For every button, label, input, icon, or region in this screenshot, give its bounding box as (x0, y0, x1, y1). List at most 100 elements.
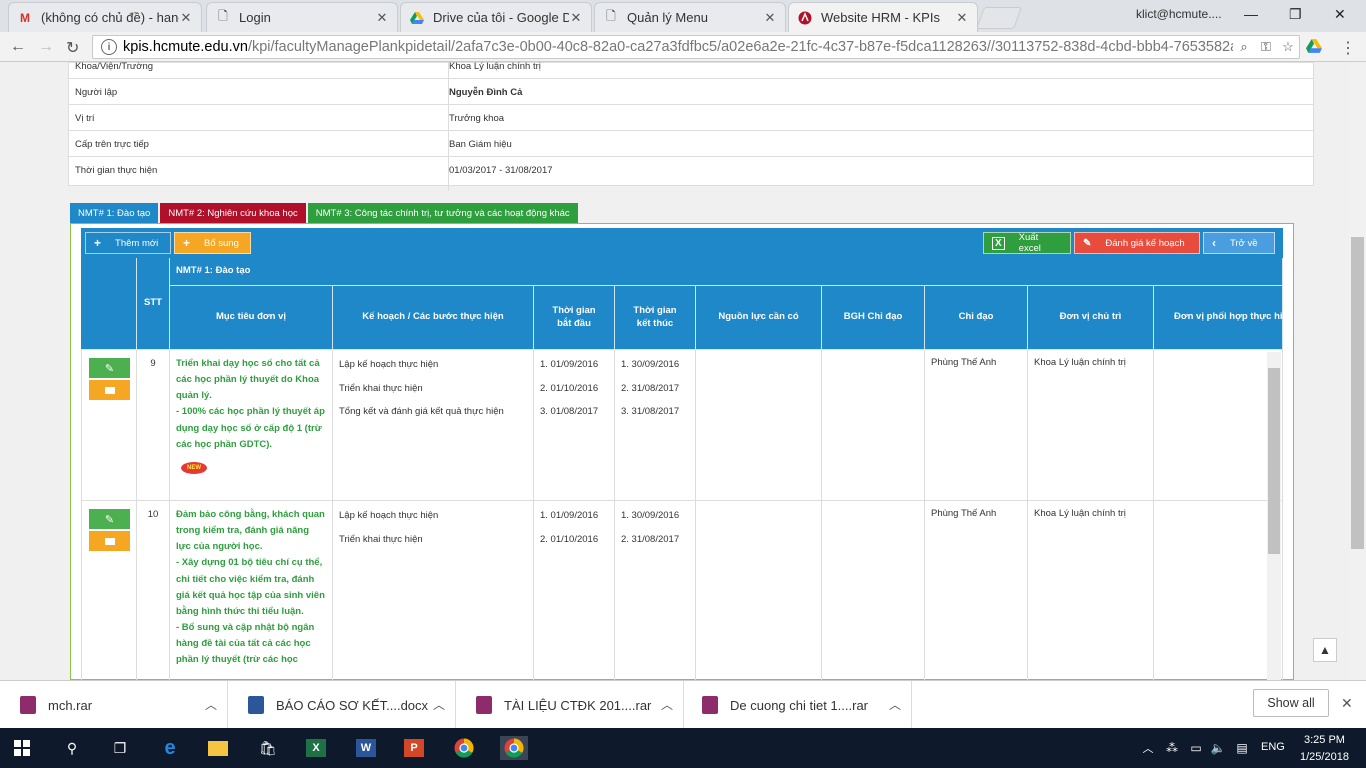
info-key: Vị trí (75, 113, 95, 124)
delete-button[interactable] (89, 531, 130, 551)
forward-icon[interactable]: → (38, 38, 54, 56)
info-row: Vị trí Trưởng khoa (69, 105, 1313, 139)
profile-name[interactable]: klict@hcmute.... (1136, 7, 1222, 21)
row-coop (1154, 501, 1283, 680)
row-plan: Lập kế hoạch thực hiện Triển khai thực h… (333, 501, 534, 680)
row-end: 1. 30/09/2016 2. 31/08/2017 (615, 501, 696, 680)
download-item[interactable]: BÁO CÁO SƠ KẾT....docx ︿ (228, 681, 456, 729)
reload-icon[interactable]: ↻ (66, 38, 79, 58)
chevron-up-icon[interactable]: ︿ (889, 696, 901, 713)
file-explorer-icon[interactable] (206, 736, 230, 760)
download-name: De cuong chi tiet 1....rar (730, 697, 869, 713)
scroll-to-top-button[interactable]: ▲ (1313, 638, 1337, 662)
rar-file-icon (702, 696, 718, 714)
info-table: Khoa/Viện/Trường Khoa Lý luận chính trị … (68, 62, 1314, 191)
minimize-icon[interactable]: — (1244, 6, 1258, 22)
delete-button[interactable] (89, 380, 130, 400)
show-all-button[interactable]: Show all (1253, 689, 1329, 717)
store-icon[interactable]: 🛍 (256, 736, 280, 760)
export-excel-button[interactable]: X Xuất excel (983, 232, 1071, 254)
word-app-icon[interactable]: W (354, 736, 378, 760)
close-icon[interactable]: ✕ (569, 10, 583, 26)
add-new-label: Thêm mới (115, 237, 159, 249)
new-tab-button[interactable] (975, 7, 1023, 29)
download-item[interactable]: mch.rar ︿ (0, 681, 228, 729)
nmt-tabs: NMT# 1: Đào tạo NMT# 2: Nghiên cứu khoa … (70, 203, 580, 223)
star-icon[interactable]: ☆ (1277, 39, 1299, 55)
task-view-icon[interactable]: ❐ (108, 736, 132, 760)
drive-extension-icon[interactable] (1306, 39, 1322, 58)
plus-icon: + (94, 236, 102, 250)
browser-tab-login[interactable]: 🗋 Login ✕ (206, 2, 398, 32)
maximize-icon[interactable]: ❐ (1289, 6, 1302, 23)
page-scrollbar-thumb[interactable] (1351, 237, 1364, 549)
notification-icon[interactable]: ▤ (1230, 736, 1254, 760)
table-scrollbar[interactable] (1267, 352, 1281, 680)
browser-tab-drive[interactable]: Drive của tôi - Google Dr ✕ (400, 2, 592, 32)
info-icon[interactable]: i (101, 39, 117, 55)
chrome-icon[interactable] (452, 736, 476, 760)
language-indicator[interactable]: ENG (1261, 741, 1285, 753)
chevron-up-icon[interactable]: ︿ (1136, 736, 1160, 760)
download-name: mch.rar (48, 697, 93, 713)
key-icon[interactable]: ⚿ (1255, 39, 1277, 55)
download-item[interactable]: TÀI LIỆU CTĐK 201....rar ︿ (456, 681, 684, 729)
chevron-up-icon[interactable]: ︿ (661, 696, 673, 713)
close-icon[interactable]: ✕ (763, 10, 777, 26)
excel-app-icon[interactable]: X (304, 736, 328, 760)
url-text[interactable]: kpis.hcmute.edu.vn/kpi/facultyManagePlan… (123, 39, 1233, 55)
header-direct: Chỉ đạo (925, 286, 1028, 350)
end-date: 1. 30/09/2016 (621, 359, 680, 370)
windows-start-icon[interactable] (10, 736, 34, 760)
omnibox[interactable]: i kpis.hcmute.edu.vn/kpi/facultyManagePl… (92, 35, 1300, 59)
tab-nmt-2[interactable]: NMT# 2: Nghiên cứu khoa học (160, 203, 306, 223)
back-button[interactable]: ‹ Trở về (1203, 232, 1275, 254)
chevron-up-icon[interactable]: ︿ (205, 696, 217, 713)
close-icon[interactable]: ✕ (955, 10, 969, 26)
chrome-active-icon[interactable] (500, 736, 528, 760)
tab-nmt-3[interactable]: NMT# 3: Công tác chính trị, tư tưởng và … (307, 203, 578, 223)
page-scrollbar[interactable] (1349, 62, 1366, 680)
header-start: Thời gian bắt đầu (534, 286, 615, 350)
edit-button[interactable]: ✎ (89, 358, 130, 378)
row-direct: Phùng Thế Anh (925, 501, 1028, 680)
action-toolbar: + Thêm mới + Bổ sung X Xuất excel ✎ Đánh giá… (81, 228, 1283, 258)
volume-icon[interactable]: 🔈 (1206, 736, 1230, 760)
zoom-icon[interactable]: ⌕ (1233, 39, 1255, 55)
row-lead: Khoa Lý luận chính trị (1028, 501, 1154, 680)
download-item[interactable]: De cuong chi tiet 1....rar ︿ (684, 681, 912, 729)
chevron-up-icon[interactable]: ︿ (433, 696, 445, 713)
edit-button[interactable]: ✎ (89, 509, 130, 529)
menu-icon[interactable]: ⋮ (1340, 38, 1356, 58)
network-icon[interactable]: ▭ (1184, 736, 1208, 760)
hcmute-logo-icon (797, 10, 813, 26)
plus-icon: + (183, 236, 191, 250)
close-icon[interactable]: ✕ (375, 10, 389, 26)
download-name: TÀI LIỆU CTĐK 201....rar (504, 697, 652, 713)
tab-nmt-1[interactable]: NMT# 1: Đào tạo (70, 203, 159, 223)
browser-tab-gmail[interactable]: M (không có chủ đề) - hang ✕ (8, 2, 202, 32)
pencil-icon: ✎ (104, 362, 115, 375)
close-window-icon[interactable]: ✕ (1334, 6, 1346, 23)
powerpoint-app-icon[interactable]: P (402, 736, 426, 760)
clock[interactable]: 3:25 PM 1/25/2018 (1300, 732, 1349, 765)
add-new-button[interactable]: + Thêm mới (85, 232, 171, 254)
supplement-label: Bổ sung (204, 237, 239, 249)
rar-file-icon (20, 696, 36, 714)
supplement-button[interactable]: + Bổ sung (174, 232, 251, 254)
browser-tab-hrm[interactable]: Website HRM - KPIs ✕ (788, 2, 978, 32)
close-icon[interactable]: ✕ (179, 10, 193, 26)
close-icon[interactable]: ✕ (1341, 695, 1353, 712)
row-start: 1. 01/09/2016 2. 01/10/2016 (534, 501, 615, 680)
start-date: 2. 01/10/2016 (540, 383, 599, 394)
evaluate-plan-button[interactable]: ✎ Đánh giá kế hoạch (1074, 232, 1200, 254)
table-scrollbar-thumb[interactable] (1268, 368, 1280, 554)
browser-tab-menu[interactable]: 🗋 Quản lý Menu ✕ (594, 2, 786, 32)
dropbox-icon[interactable]: ⁂ (1160, 736, 1184, 760)
end-date: 2. 31/08/2017 (621, 534, 680, 545)
search-icon[interactable]: ⚲ (60, 736, 84, 760)
back-icon[interactable]: ← (10, 38, 26, 56)
row-lead: Khoa Lý luận chính trị (1028, 350, 1154, 501)
edge-icon[interactable]: e (158, 736, 182, 760)
tab-label: Login (239, 10, 271, 25)
